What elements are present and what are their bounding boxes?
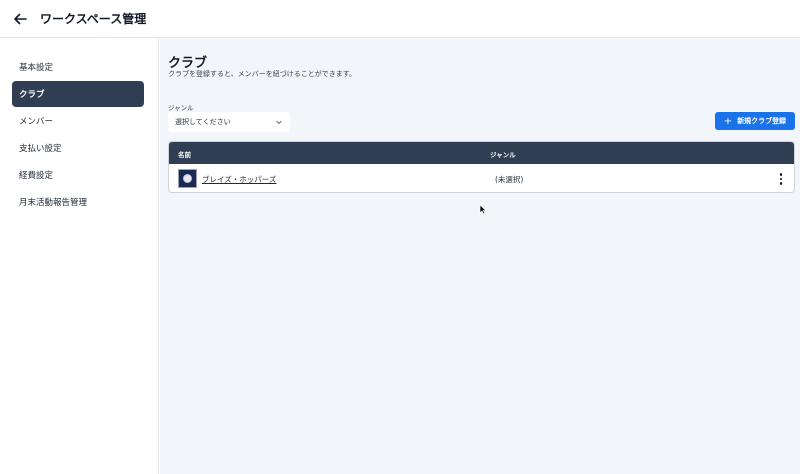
sidebar-item-basic-settings[interactable]: 基本設定 — [12, 54, 144, 80]
sidebar: 基本設定 クラブ メンバー 支払い設定 経費設定 月末活動報告管理 — [0, 38, 159, 474]
table-row: ブレイズ・ホッパーズ (未選択) — [169, 164, 794, 192]
column-header-name: 名前 — [178, 151, 191, 159]
sidebar-item-clubs[interactable]: クラブ — [12, 81, 144, 107]
sidebar-item-members[interactable]: メンバー — [12, 108, 144, 134]
genre-filter-label: ジャンル — [168, 104, 194, 112]
club-logo — [178, 169, 197, 188]
club-table: 名前 ジャンル ブレイズ・ホッパーズ (未選択) — [168, 141, 795, 193]
page-header-title: ワークスペース管理 — [40, 12, 147, 26]
genre-select[interactable]: 選択してください — [168, 112, 290, 132]
arrow-left-icon — [14, 13, 27, 24]
mouse-cursor-icon — [479, 204, 487, 215]
column-header-genre: ジャンル — [490, 151, 516, 159]
page-description: クラブを登録すると、メンバーを紐づけることができます。 — [168, 70, 357, 78]
back-button[interactable] — [10, 9, 30, 29]
genre-select-value: 選択してください — [175, 118, 231, 126]
table-header: 名前 ジャンル — [169, 142, 794, 164]
sidebar-item-payment-settings[interactable]: 支払い設定 — [12, 135, 144, 161]
club-genre: (未選択) — [495, 175, 524, 184]
row-more-menu-button[interactable] — [773, 171, 789, 187]
club-name-link[interactable]: ブレイズ・ホッパーズ — [202, 174, 276, 185]
plus-icon: + — [723, 115, 733, 127]
sidebar-item-expense-settings[interactable]: 経費設定 — [12, 162, 144, 188]
new-club-button-label: 新規クラブ登録 — [737, 117, 787, 125]
top-bar: ワークスペース管理 — [0, 0, 800, 38]
main-content: クラブ クラブを登録すると、メンバーを紐づけることができます。 ジャンル 選択し… — [160, 38, 800, 474]
kebab-icon — [779, 173, 783, 176]
sidebar-item-monthly-report[interactable]: 月末活動報告管理 — [12, 189, 144, 215]
new-club-button[interactable]: + 新規クラブ登録 — [715, 112, 795, 130]
chevron-down-icon — [276, 120, 282, 125]
